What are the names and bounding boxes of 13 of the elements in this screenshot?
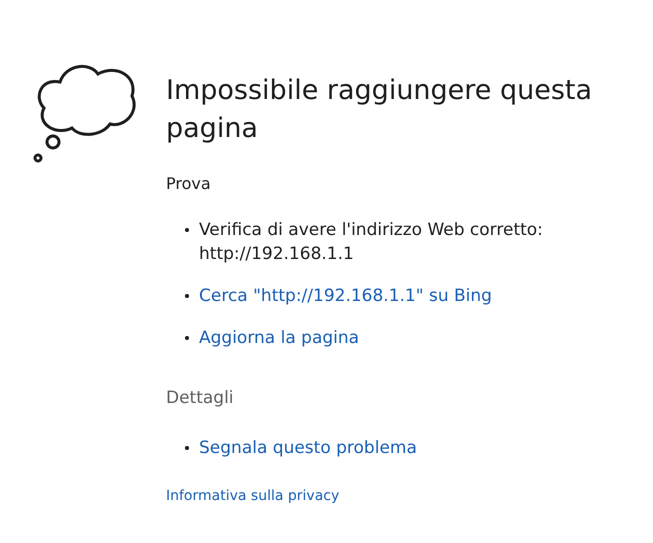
section-heading: Prova	[166, 173, 212, 195]
bullet-icon	[185, 228, 189, 232]
bullet-icon	[185, 446, 189, 450]
link[interactable]: Aggiorna la pagina	[199, 326, 360, 350]
link[interactable]: Segnala questo problema	[199, 436, 417, 460]
bullet-icon	[185, 294, 189, 298]
instruction-text: Verifica di avere l'indirizzo Web corretto:	[199, 219, 543, 242]
section-heading: Dettagli	[166, 387, 235, 410]
page-title: Impossibile raggiungere questa pagina	[166, 74, 594, 146]
address-text: http://192.168.1.1	[199, 243, 355, 266]
link[interactable]: Cerca "http://192.168.1.1" su Bing	[199, 284, 492, 308]
bullet-icon	[185, 336, 189, 340]
privacy-link[interactable]: Informativa sulla privacy	[166, 486, 606, 506]
